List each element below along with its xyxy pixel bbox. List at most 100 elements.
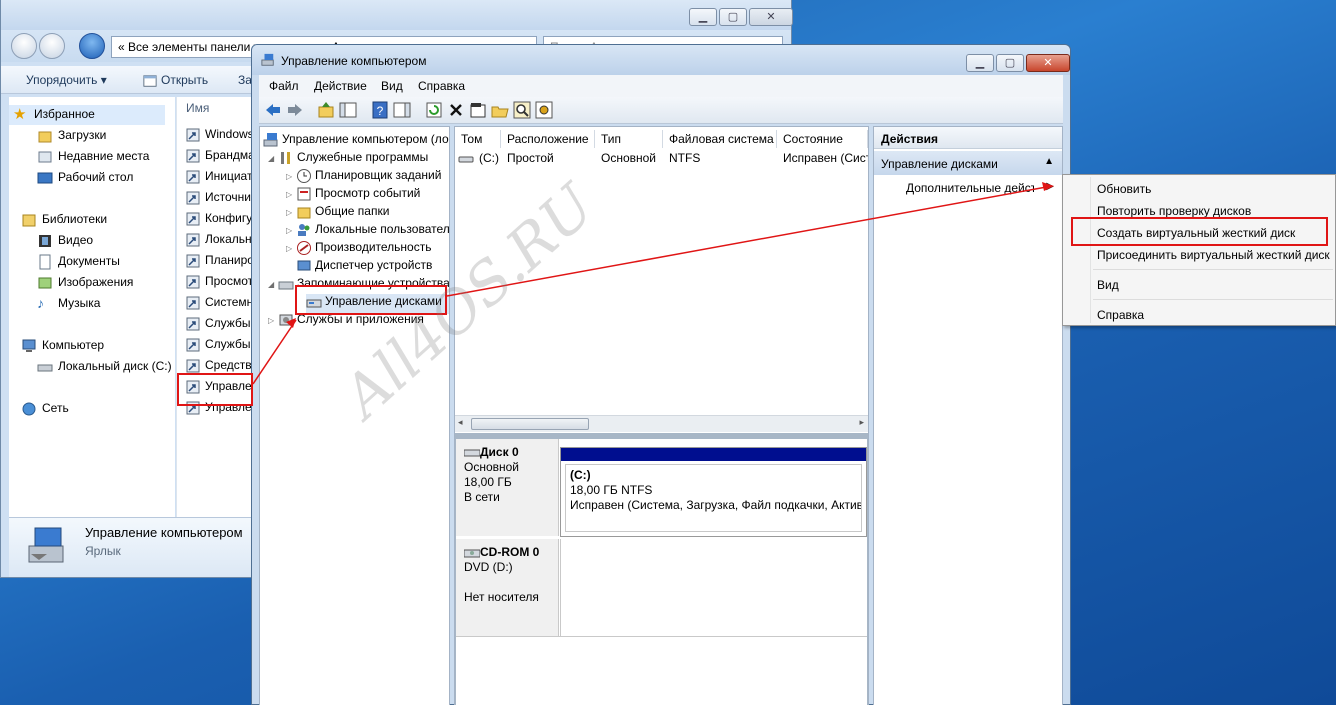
toolbar-more[interactable]: За [238,73,252,87]
mmc-minimize-button[interactable]: ▁ [966,54,994,72]
nav-local-disk[interactable]: Локальный диск (C:) [37,359,175,379]
scroll-left-icon[interactable]: ◂ [458,417,463,428]
show-tree-icon[interactable] [339,101,357,119]
menu-view[interactable]: Вид [381,79,403,93]
tree-scheduler[interactable]: ▷ Планировщик заданий [286,168,441,186]
organize-button[interactable]: Упорядочить ▾ [26,73,107,87]
tree-root[interactable]: Управление компьютером (локальным) [263,132,449,150]
list-item[interactable]: Службы [185,316,250,336]
col-status[interactable]: Состояние [777,130,868,148]
refresh-icon[interactable] [425,101,443,119]
nav-libraries[interactable]: Библиотеки [21,212,187,232]
help-icon[interactable]: ? [371,101,389,119]
expand-icon[interactable]: ▷ [286,172,296,181]
nav-favorites[interactable]: ★ Избранное [9,105,165,125]
nav-computer[interactable]: Компьютер [21,338,187,358]
col-layout[interactable]: Расположение [501,130,595,148]
tree-shared[interactable]: ▷ Общие папки [286,204,389,222]
collapse-icon[interactable]: ◢ [268,154,278,163]
nav-network[interactable]: Сеть [21,401,187,421]
menu-bar: Файл Действие Вид Справка [259,75,1063,97]
more-actions[interactable]: Дополнительные действия ▶ [906,181,1056,195]
back-arrow-icon[interactable] [264,101,282,119]
col-volume[interactable]: Том [455,130,501,148]
collapse-up-icon[interactable]: ▲ [1044,156,1054,167]
mmc-title: Управление компьютером [281,54,427,68]
disk-map: Диск 0 Основной 18,00 ГБ В сети (C:) 18,… [456,439,867,705]
navigation-pane: ★ Избранное Загрузки Недавние места Рабоч… [9,97,175,517]
expand-icon[interactable]: ▷ [286,208,296,217]
horizontal-scrollbar[interactable]: ◂ ▸ [455,415,868,432]
partition-status: Исправен (Система, Загрузка, Файл подкач… [570,498,862,512]
cdrom-area [560,539,867,636]
nav-downloads-label: Загрузки [58,128,107,143]
delete-icon[interactable] [447,101,465,119]
volume-list: Том Расположение Тип Файловая система Со… [455,127,868,433]
tree-perf[interactable]: ▷ Производительность [286,240,431,258]
column-name-header[interactable]: Имя [186,101,209,115]
menu-item-view[interactable]: Вид [1097,278,1119,292]
tree-events[interactable]: ▷ Просмотр событий [286,186,420,204]
cdrom-name: CD-ROM 0 [480,545,540,559]
submenu-arrow-icon: ▶ [1046,181,1054,192]
collapse-icon[interactable]: ◢ [268,280,278,289]
list-item[interactable]: Просмотр [185,274,260,294]
partition-c[interactable]: (C:) 18,00 ГБ NTFS Исправен (Система, За… [560,447,867,537]
col-type[interactable]: Тип [595,130,663,148]
scroll-right-icon[interactable]: ▸ [859,417,864,428]
col-filesystem[interactable]: Файловая система [663,130,777,148]
actions-pane: Действия Управление дисками ▲ Дополнител… [873,126,1063,705]
show-panel-icon[interactable] [393,101,411,119]
back-button[interactable] [11,33,37,59]
mmc-close-button[interactable]: ✕ [1026,54,1070,72]
menu-item-rescan[interactable]: Повторить проверку дисков [1097,204,1251,218]
nav-documents-label: Документы [58,254,120,269]
expand-icon[interactable]: ▷ [286,190,296,199]
settings-icon[interactable] [535,101,553,119]
disk0-label[interactable]: Диск 0 Основной 18,00 ГБ В сети [456,439,559,536]
search-icon[interactable] [513,101,531,119]
tree-utilities[interactable]: ◢ Служебные программы [268,150,428,168]
up-button[interactable] [79,33,105,59]
menu-item-attach-vhd[interactable]: Присоединить виртуальный жесткий диск [1097,248,1330,262]
menu-help[interactable]: Справка [418,79,465,93]
minimize-button[interactable]: ▁ [689,8,717,26]
tree-devmgr-label: Диспетчер устройств [315,258,433,273]
tree-root-label: Управление компьютером (локальным) [282,132,449,147]
properties-icon[interactable] [469,101,487,119]
scrollbar-thumb[interactable] [471,418,589,430]
mmc-titlebar: Управление компьютером ▁ ▢ ✕ [252,45,1070,75]
nav-music-label: Музыка [58,296,101,311]
expand-icon[interactable]: ▷ [286,244,296,253]
forward-arrow-icon[interactable] [286,101,304,119]
menu-action[interactable]: Действие [314,79,367,93]
expand-icon[interactable]: ▷ [268,316,278,325]
console-tree: Управление компьютером (локальным) ◢ Служ… [259,126,450,705]
network-icon [22,402,36,416]
expand-icon[interactable]: ▷ [286,226,296,235]
mmc-maximize-button[interactable]: ▢ [996,54,1024,72]
cdrom-label[interactable]: CD-ROM 0 DVD (D:) Нет носителя [456,539,559,636]
tree-events-label: Просмотр событий [315,186,421,201]
tree-devmgr[interactable]: Диспетчер устройств [296,258,432,276]
video-icon [39,235,51,247]
open-button[interactable]: Открыть [143,73,208,88]
menu-item-refresh[interactable]: Обновить [1097,182,1151,196]
forward-button[interactable] [39,33,65,59]
maximize-button[interactable]: ▢ [719,8,747,26]
tree-users[interactable]: ▷ Локальные пользователи [286,222,449,240]
cdrom-icon [464,549,480,558]
computer-management-icon [263,133,278,147]
menu-file[interactable]: Файл [269,79,299,93]
open-folder-icon[interactable] [491,101,509,119]
folder-icon [38,131,52,143]
computer-management-window: Управление компьютером ▁ ▢ ✕ Файл Действ… [251,44,1071,705]
shortcut-icon [186,191,200,205]
close-button[interactable]: ✕ [749,8,793,26]
actions-section[interactable]: Управление дисками ▲ [874,151,1062,175]
menu-item-help[interactable]: Справка [1097,308,1144,322]
nav-favorites-label: Избранное [34,107,95,122]
list-item[interactable]: Службы [185,337,250,357]
list-item[interactable]: Windows [185,127,254,147]
up-folder-icon[interactable] [317,101,335,119]
